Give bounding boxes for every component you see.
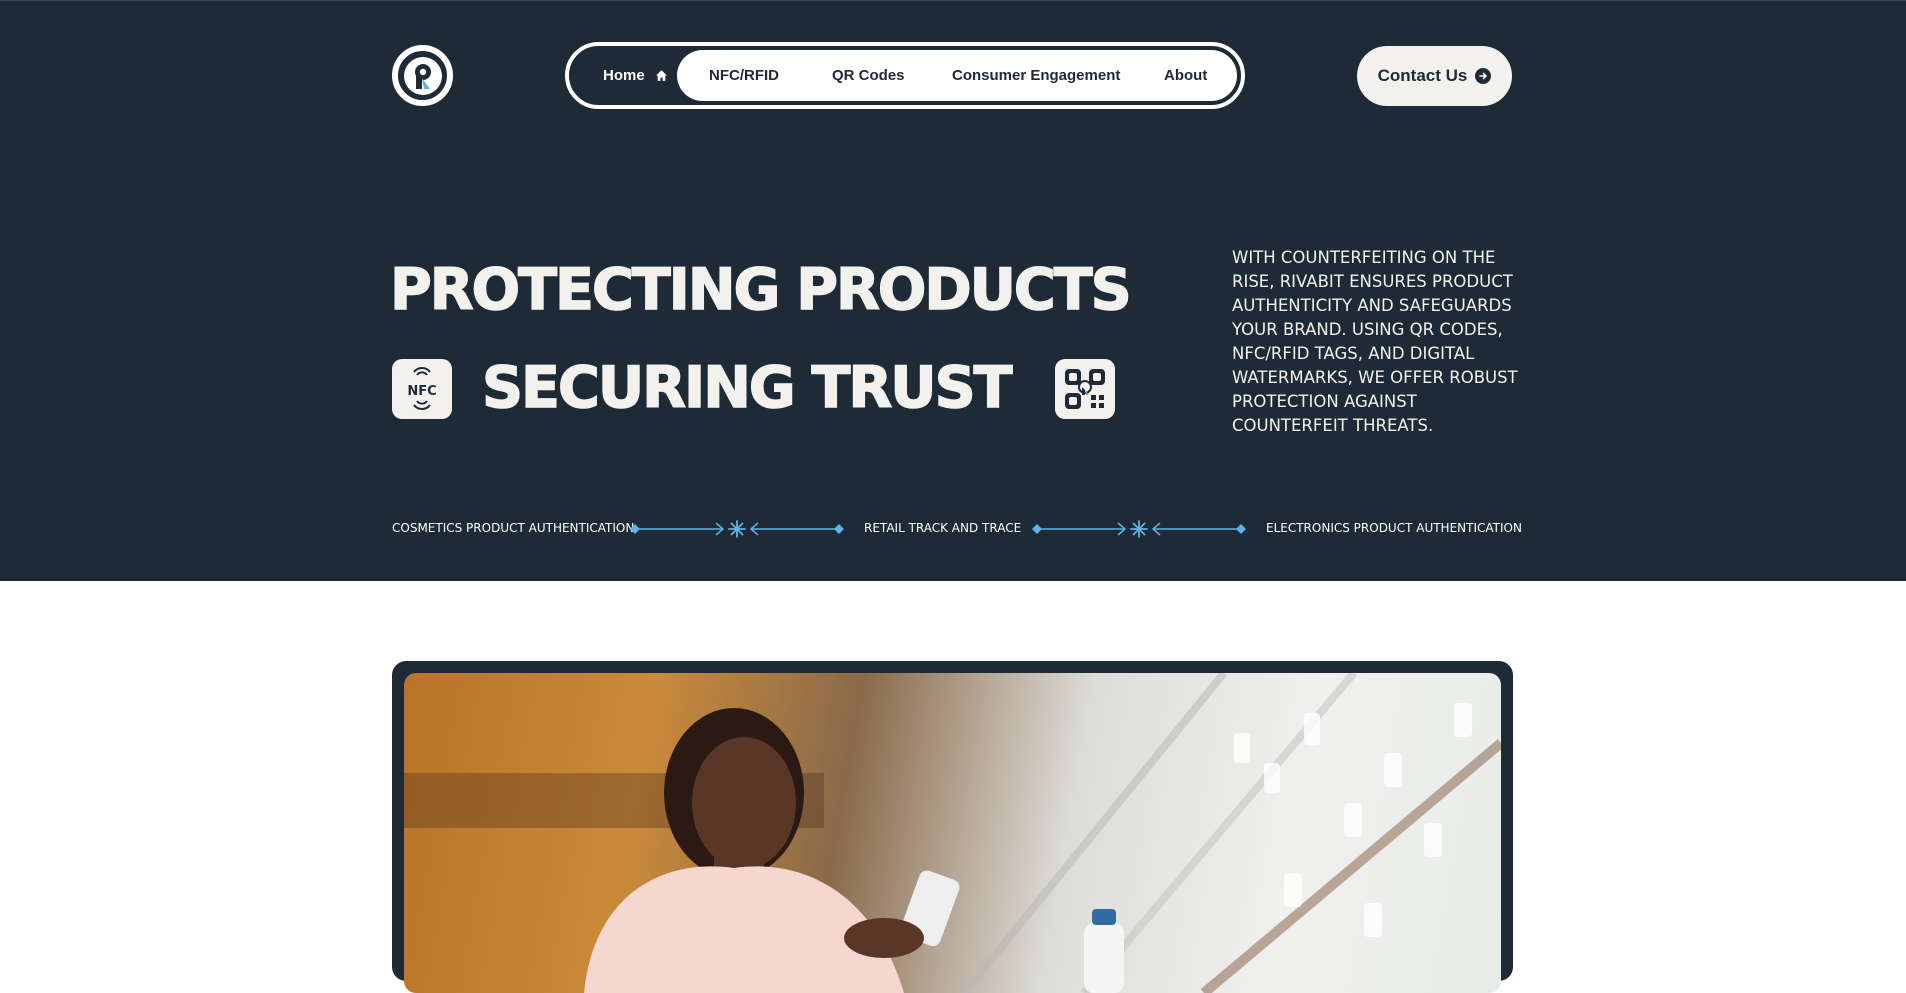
hero-photo [404,673,1501,993]
sparkle-icon [1130,520,1148,538]
nav-home-label: Home [603,67,645,84]
nav-home[interactable]: Home [603,46,668,105]
contact-us-button[interactable]: Contact Us [1357,46,1512,106]
hero-image-card [392,661,1513,993]
service-connector [630,520,844,538]
main-nav: Home NFC/RFID QR Codes Consumer Engageme… [565,42,1245,109]
headline-line-1: PROTECTING PRODUCTS [389,256,1132,324]
service-connector [1032,520,1246,538]
nav-item-qr-codes[interactable]: QR Codes [832,50,905,101]
service-cosmetics: COSMETICS PRODUCT AUTHENTICATION [392,521,635,535]
shopper-illustration [404,673,1501,993]
service-retail: RETAIL TRACK AND TRACE [864,521,1022,535]
service-electronics: ELECTRONICS PRODUCT AUTHENTICATION [1266,521,1522,535]
home-icon [655,70,667,81]
logo[interactable] [392,45,453,106]
sparkle-icon [728,520,746,538]
headline-line-2: SECURING TRUST [481,354,1013,422]
nav-item-consumer-engagement[interactable]: Consumer Engagement [952,50,1120,101]
hero-description: WITH COUNTERFEITING ON THE RISE, RIVABIT… [1232,248,1518,435]
nfc-tile: NFC [392,359,452,419]
nfc-tile-text: NFC [407,384,436,399]
qr-code-icon [1065,369,1105,409]
nav-item-about[interactable]: About [1164,50,1207,101]
contact-us-label: Contact Us [1377,66,1468,85]
arrow-right-circle-icon [1475,68,1492,84]
nav-pill: NFC/RFID QR Codes Consumer Engagement Ab… [677,50,1237,101]
logo-icon [403,56,442,95]
nfc-icon: NFC [407,367,437,410]
hero-section: Home NFC/RFID QR Codes Consumer Engageme… [0,0,1906,581]
qr-tile [1055,359,1115,419]
nav-item-nfc-rfid[interactable]: NFC/RFID [709,50,779,101]
